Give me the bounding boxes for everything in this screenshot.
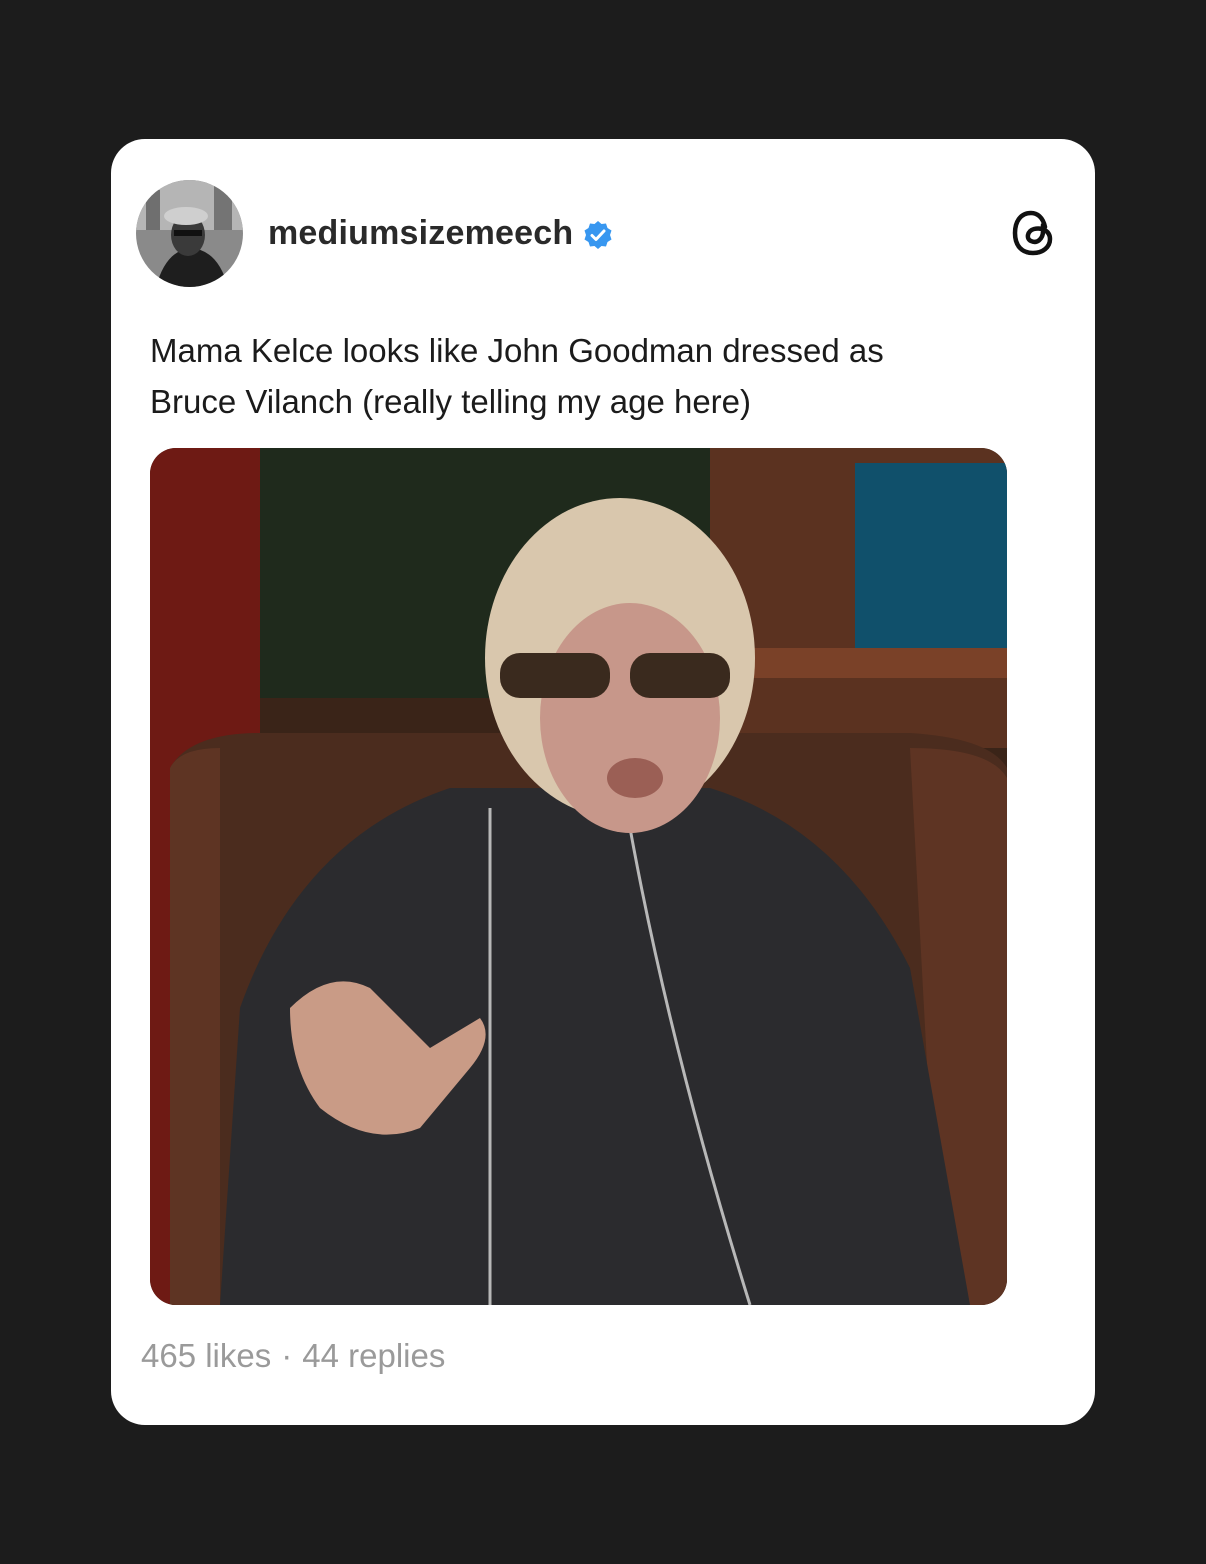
author-username[interactable]: mediumsizemeech xyxy=(268,214,573,253)
threads-logo-icon[interactable] xyxy=(1007,205,1059,261)
post-text: Mama Kelce looks like John Goodman dress… xyxy=(150,325,1050,427)
replies-count[interactable]: 44 replies xyxy=(302,1337,445,1375)
author-row: mediumsizemeech xyxy=(268,211,613,255)
post-text-line: Mama Kelce looks like John Goodman dress… xyxy=(150,332,884,369)
stats-separator: · xyxy=(281,1337,293,1374)
likes-count[interactable]: 465 likes xyxy=(141,1337,271,1375)
verified-badge-icon xyxy=(583,220,613,250)
avatar[interactable] xyxy=(136,180,243,287)
post-text-line: Bruce Vilanch (really telling my age her… xyxy=(150,383,752,420)
post-stats: 465 likes · 44 replies xyxy=(141,1337,445,1375)
post-card: mediumsizemeech Mama Kelce looks like Jo… xyxy=(111,139,1095,1425)
avatar-photo xyxy=(136,180,243,287)
post-photo[interactable] xyxy=(150,448,1007,1305)
